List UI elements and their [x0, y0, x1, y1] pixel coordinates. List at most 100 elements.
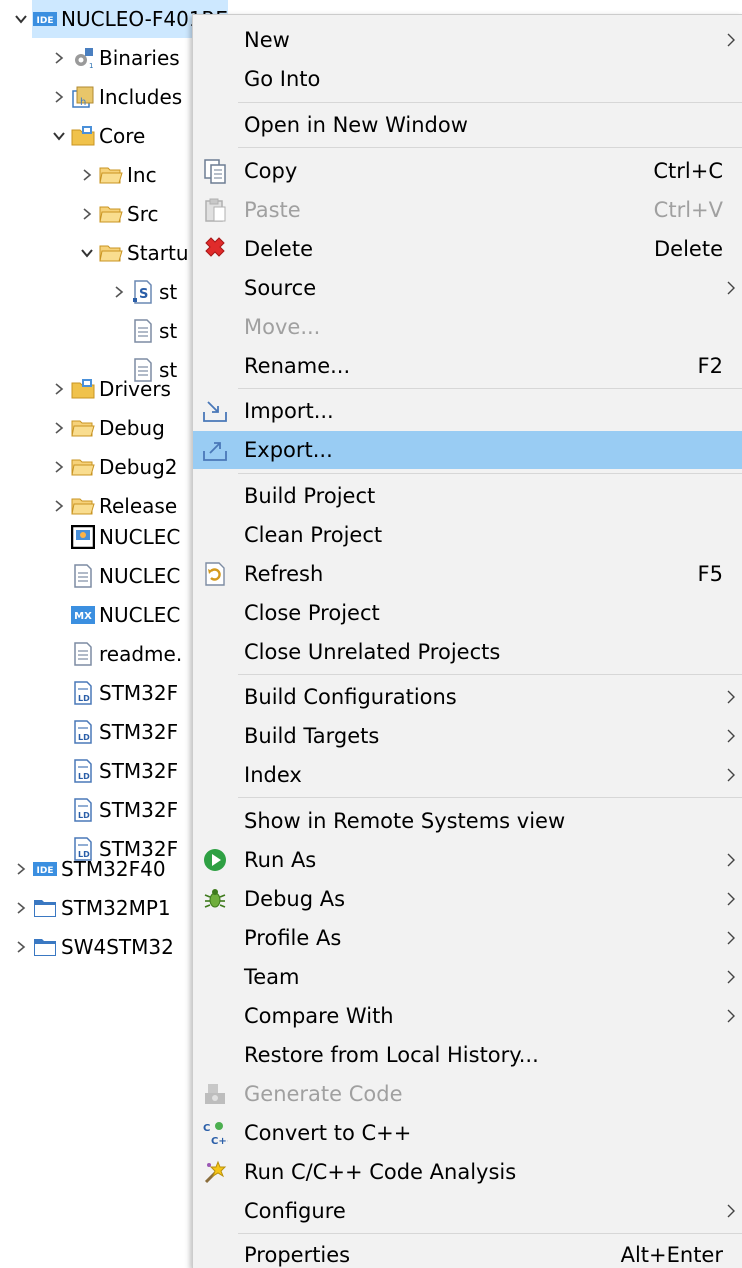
menu-item-code-analysis[interactable]: Run C/C++ Code Analysis [193, 1153, 742, 1191]
svg-text:LD: LD [78, 811, 90, 820]
menu-item-rename[interactable]: Rename... F2 [193, 347, 742, 385]
chevron-right-icon[interactable] [48, 409, 70, 447]
chevron-down-icon[interactable] [48, 117, 70, 155]
menu-item-restore-history[interactable]: Restore from Local History... [193, 1036, 742, 1074]
import-icon [201, 397, 229, 425]
tree-item-label: Binaries [99, 46, 180, 70]
menu-item-build-project[interactable]: Build Project [193, 477, 742, 515]
tree-item-startup-asm[interactable]: S st [108, 273, 177, 311]
tree-item-sw4stm32-project[interactable]: SW4STM32 [10, 928, 174, 966]
menu-item-run-as[interactable]: Run As [193, 841, 742, 879]
submenu-arrow-icon [727, 768, 735, 782]
chevron-right-icon[interactable] [76, 156, 98, 194]
tree-item-src[interactable]: Src [76, 195, 158, 233]
tree-item-label: STM32F [99, 681, 179, 705]
menu-item-paste[interactable]: Paste Ctrl+V [193, 191, 742, 229]
tree-item-readme[interactable]: readme. [70, 635, 182, 673]
submenu-arrow-icon [727, 690, 735, 704]
chevron-right-icon[interactable] [10, 850, 32, 888]
tree-item-label: STM32F [99, 720, 179, 744]
tree-item-linker-script[interactable]: LD STM32F [70, 791, 178, 829]
menu-item-close-unrelated[interactable]: Close Unrelated Projects [193, 633, 742, 671]
delete-icon [201, 235, 229, 263]
svg-text:LD: LD [78, 772, 90, 781]
menu-item-compare-with[interactable]: Compare With [193, 997, 742, 1035]
tree-item-label: Drivers [99, 377, 171, 401]
tree-item-drivers[interactable]: Drivers [48, 370, 171, 408]
tree-item-startup-file[interactable]: st [130, 312, 177, 350]
chevron-right-icon[interactable] [10, 928, 32, 966]
tree-item-binaries[interactable]: 1 Binaries [48, 39, 180, 77]
tree-item-linker-script[interactable]: LD STM32F [70, 713, 178, 751]
submenu-arrow-icon [727, 931, 735, 945]
menu-item-copy[interactable]: Copy Ctrl+C [193, 152, 742, 190]
submenu-arrow-icon [727, 970, 735, 984]
menu-item-profile-as[interactable]: Profile As [193, 919, 742, 957]
tree-item-ioc-file[interactable]: MX NUCLEC [70, 596, 180, 634]
tree-item-linker-script[interactable]: LD STM32F [70, 752, 178, 790]
menu-item-generate-code[interactable]: Generate Code [193, 1075, 742, 1113]
tree-item-debug2[interactable]: Debug2 [48, 448, 178, 486]
menu-item-move[interactable]: Move... [193, 308, 742, 346]
menu-item-clean-project[interactable]: Clean Project [193, 516, 742, 554]
menu-item-convert-cpp[interactable]: CC++ Convert to C++ [193, 1114, 742, 1152]
svg-text:h: h [80, 97, 86, 108]
tree-item-label: STM32F [99, 759, 179, 783]
tree-item-core[interactable]: Core [48, 117, 145, 155]
menu-item-new[interactable]: New [193, 21, 742, 59]
source-folder-icon [70, 123, 96, 149]
tree-item-startup[interactable]: Startu [76, 234, 189, 272]
chevron-right-icon[interactable] [48, 487, 70, 525]
tree-item-label: STM32F40 [61, 857, 166, 881]
tree-item-label: Startu [127, 241, 189, 265]
generate-code-icon [201, 1080, 229, 1108]
menu-item-index[interactable]: Index [193, 756, 742, 794]
menu-item-build-targets[interactable]: Build Targets [193, 717, 742, 755]
menu-item-build-configurations[interactable]: Build Configurations [193, 678, 742, 716]
tree-item-label: NUCLEC [99, 564, 181, 588]
chevron-right-icon[interactable] [48, 78, 70, 116]
tree-item-nucleo-file[interactable]: NUCLEC [70, 557, 180, 595]
tree-item-debug[interactable]: Debug [48, 409, 165, 447]
launch-config-icon [70, 524, 96, 550]
menu-item-refresh[interactable]: Refresh F5 [193, 555, 742, 593]
tree-item-launch-file[interactable]: NUCLEC [70, 518, 180, 556]
tree-item-linker-script[interactable]: LD STM32F [70, 674, 178, 712]
tree-item-stm32mp1-project[interactable]: STM32MP1 [10, 889, 171, 927]
chevron-down-icon[interactable] [10, 0, 32, 38]
menu-item-export[interactable]: Export... [193, 431, 742, 469]
menu-item-open-new-window[interactable]: Open in New Window [193, 106, 742, 144]
chevron-right-icon[interactable] [48, 39, 70, 77]
menu-item-configure[interactable]: Configure [193, 1192, 742, 1230]
menu-item-close-project[interactable]: Close Project [193, 594, 742, 632]
chevron-down-icon[interactable] [76, 234, 98, 272]
menu-item-team[interactable]: Team [193, 958, 742, 996]
menu-item-source[interactable]: Source [193, 269, 742, 307]
menu-separator [238, 147, 742, 148]
tree-item-inc[interactable]: Inc [76, 156, 157, 194]
submenu-arrow-icon [727, 1204, 735, 1218]
menu-item-debug-as[interactable]: Debug As [193, 880, 742, 918]
menu-item-go-into[interactable]: Go Into [193, 60, 742, 98]
file-icon [130, 318, 156, 344]
menu-item-show-remote-systems[interactable]: Show in Remote Systems view [193, 802, 742, 840]
menu-item-properties[interactable]: Properties Alt+Enter [193, 1236, 742, 1268]
menu-item-import[interactable]: Import... [193, 392, 742, 430]
chevron-right-icon[interactable] [10, 889, 32, 927]
menu-item-delete[interactable]: Delete Delete [193, 230, 742, 268]
export-icon [201, 436, 229, 464]
submenu-arrow-icon [727, 1009, 735, 1023]
tree-item-stm32f40-project[interactable]: IDE STM32F40 [10, 850, 166, 888]
chevron-right-icon[interactable] [48, 448, 70, 486]
asm-file-icon: S [130, 279, 156, 305]
chevron-right-icon[interactable] [108, 273, 130, 311]
cubemx-icon: MX [70, 602, 96, 628]
menu-separator [238, 797, 742, 798]
tree-item-label: STM32F [99, 798, 179, 822]
svg-text:1: 1 [89, 62, 93, 70]
chevron-right-icon[interactable] [76, 195, 98, 233]
tree-item-includes[interactable]: h Includes [48, 78, 182, 116]
copy-icon [201, 157, 229, 185]
chevron-right-icon[interactable] [48, 370, 70, 408]
closed-project-icon [32, 895, 58, 921]
